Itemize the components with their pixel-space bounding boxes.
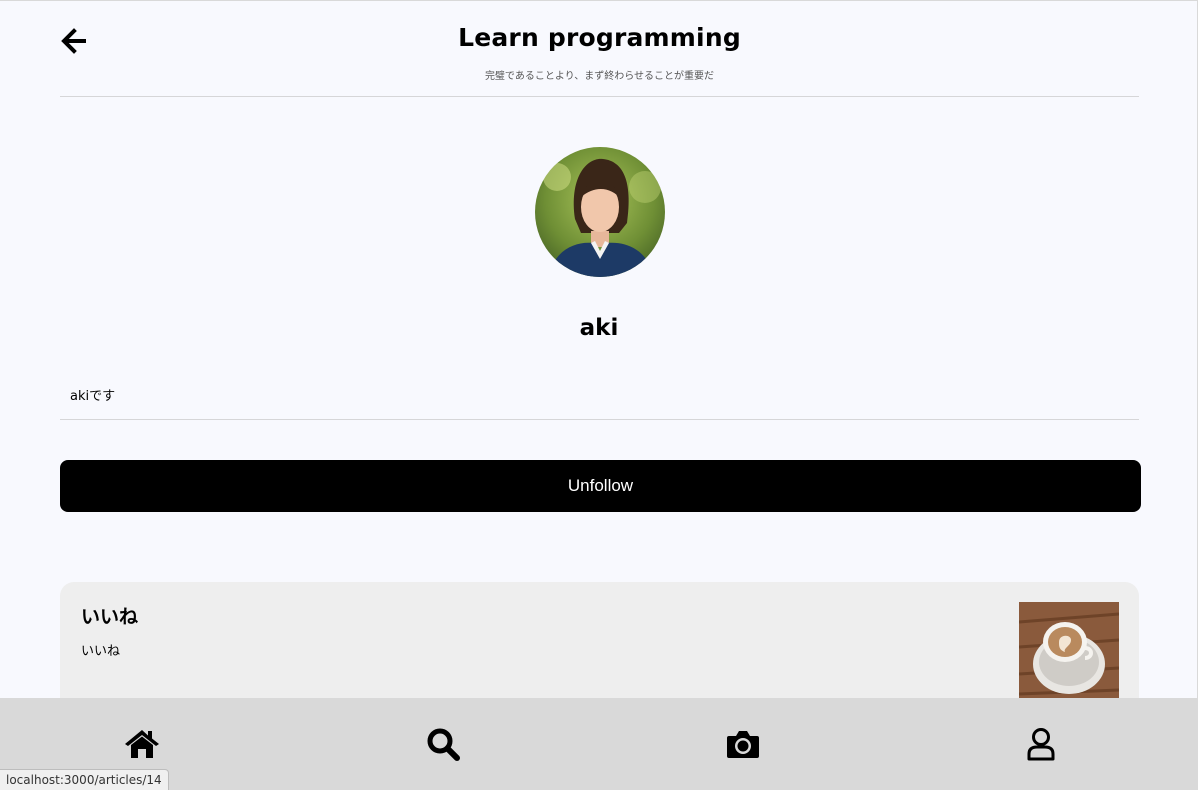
bottom-nav: [0, 698, 1197, 790]
article-thumbnail: [1019, 602, 1119, 702]
nav-profile[interactable]: [1023, 726, 1059, 762]
status-bar-url: localhost:3000/articles/14: [0, 769, 169, 790]
article-title: いいね: [81, 606, 139, 628]
camera-icon: [727, 731, 759, 758]
profile-bio: akiです: [60, 367, 1139, 420]
bio-text: akiです: [70, 389, 116, 404]
profile-page: Learn programming 完璧であることより、まず終わらせることが重要…: [0, 0, 1198, 790]
nav-home[interactable]: [124, 726, 160, 762]
header: Learn programming 完璧であることより、まず終わらせることが重要…: [60, 1, 1139, 97]
home-icon: [125, 730, 159, 758]
page-subtitle: 完璧であることより、まず終わらせることが重要だ: [484, 71, 715, 82]
profile-username: aki: [579, 315, 619, 341]
search-icon: [427, 728, 460, 761]
nav-camera[interactable]: [725, 726, 761, 762]
article-body: いいね: [81, 644, 121, 659]
unfollow-button[interactable]: Unfollow: [60, 460, 1141, 512]
page-title: Learn programming: [458, 23, 741, 52]
user-icon: [1027, 728, 1055, 761]
nav-search[interactable]: [425, 726, 461, 762]
avatar: [535, 147, 665, 277]
